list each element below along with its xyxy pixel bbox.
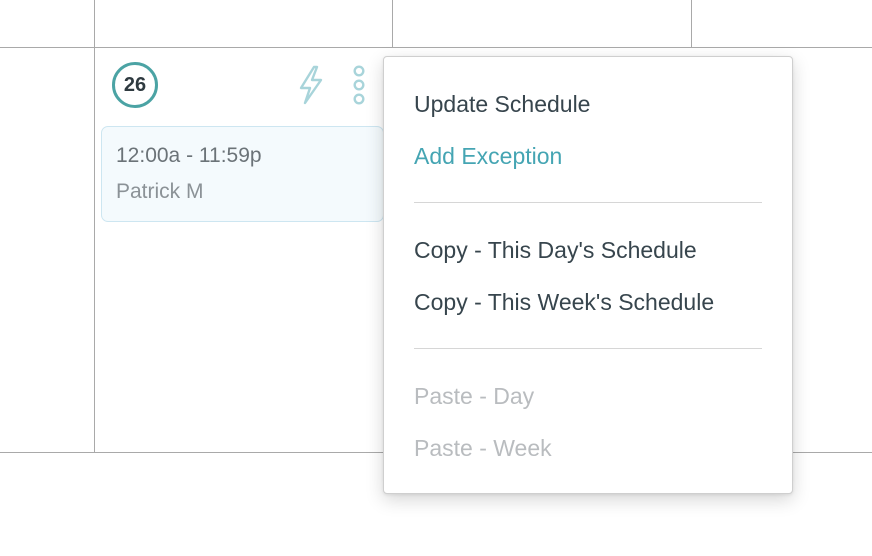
grid-line-mid (392, 0, 393, 48)
menu-item-paste-week: Paste - Week (414, 435, 552, 461)
menu-item-add-exception[interactable]: Add Exception (414, 142, 562, 170)
day-number-badge[interactable]: 26 (112, 62, 158, 108)
grid-line-left (94, 0, 95, 453)
menu-item-copy-week[interactable]: Copy - This Week's Schedule (414, 288, 714, 316)
shift-person: Patrick M (116, 180, 204, 203)
menu-item-update-schedule[interactable]: Update Schedule (414, 90, 590, 118)
vertical-ellipsis-icon[interactable] (348, 64, 370, 106)
lightning-bolt-icon[interactable] (296, 64, 326, 106)
menu-item-copy-day[interactable]: Copy - This Day's Schedule (414, 236, 697, 264)
shift-card[interactable]: 12:00a - 11:59p Patrick M (101, 126, 384, 222)
menu-divider (414, 202, 762, 203)
grid-line-right (691, 0, 692, 48)
menu-item-paste-day: Paste - Day (414, 383, 535, 409)
menu-divider (414, 348, 762, 349)
shift-time: 12:00a - 11:59p (116, 144, 262, 167)
context-menu: Update Schedule Add Exception Copy - Thi… (383, 56, 793, 494)
grid-line-top (0, 47, 872, 48)
